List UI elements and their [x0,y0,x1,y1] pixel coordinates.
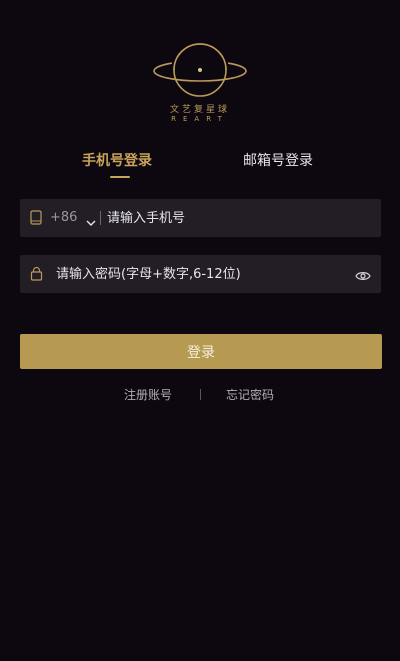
login-button[interactable]: 登录 [20,334,382,369]
phone-field[interactable]: +86 [20,199,381,237]
links-divider [200,389,201,400]
register-link[interactable]: 注册账号 [124,386,172,403]
eye-icon[interactable] [355,267,371,286]
brand-name-en: REART [171,115,229,123]
login-screen: 文艺复星球 REART 手机号登录 邮箱号登录 +86 请输入手机号 登录 注册… [0,0,400,661]
chevron-down-icon[interactable] [86,212,96,231]
phone-icon [30,210,42,229]
lock-icon [30,266,43,285]
brand-logo: 文艺复星球 REART [150,42,250,126]
tab-email-login[interactable]: 邮箱号登录 [243,150,313,170]
account-links: 注册账号 忘记密码 [0,386,400,404]
login-tabs: 手机号登录 邮箱号登录 [0,150,400,182]
phone-input[interactable] [107,199,347,237]
planet-logo-icon [153,43,247,97]
forgot-password-link[interactable]: 忘记密码 [226,386,274,403]
password-field[interactable] [20,255,381,293]
country-code[interactable]: +86 [50,210,77,225]
password-input[interactable] [56,255,346,293]
tab-phone-login[interactable]: 手机号登录 [82,150,152,170]
brand-name-cn: 文艺复星球 [169,105,230,115]
field-divider [100,211,101,225]
active-tab-indicator [110,176,130,178]
